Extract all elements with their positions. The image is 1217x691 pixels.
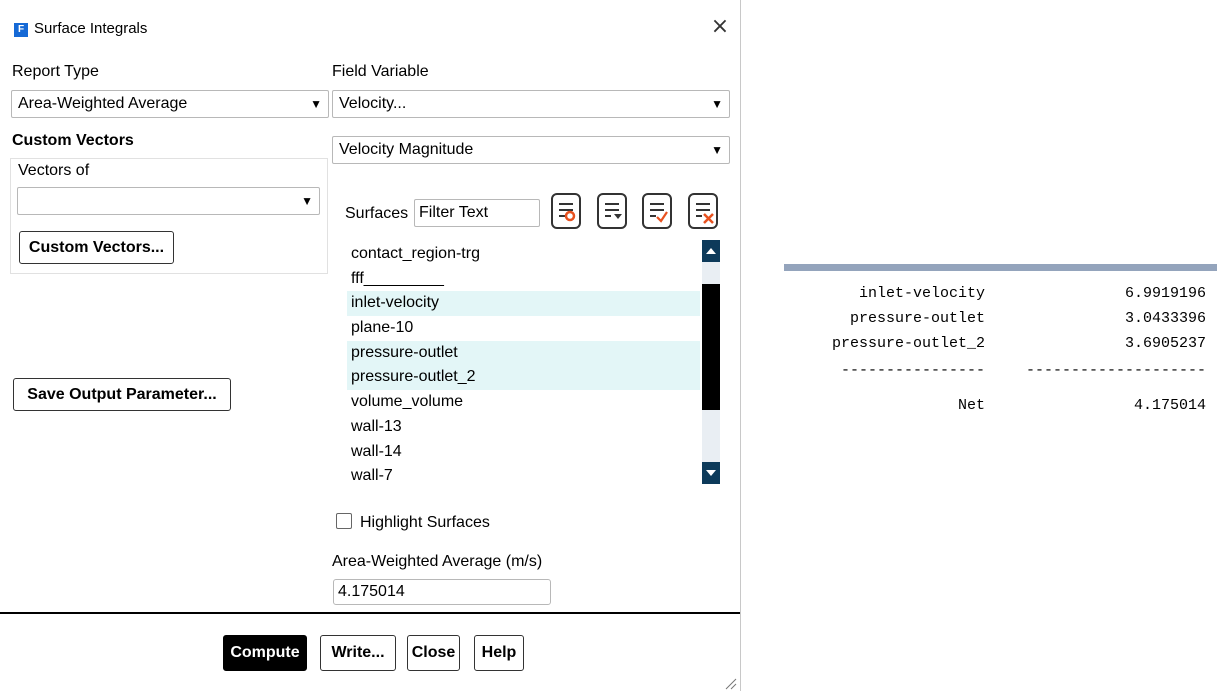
console-row-name: inlet-velocity xyxy=(858,285,985,302)
scroll-down-icon[interactable] xyxy=(702,462,720,484)
chevron-down-icon: ▼ xyxy=(310,97,322,111)
dialog-title: Surface Integrals xyxy=(34,20,148,37)
highlight-surfaces-checkbox[interactable] xyxy=(336,513,352,529)
title-bar: F Surface Integrals × xyxy=(0,0,740,50)
console-row-value: 3.0433396 xyxy=(1124,310,1206,327)
surfaces-filter-input[interactable]: Filter Text xyxy=(414,199,540,227)
report-type-value: Area-Weighted Average xyxy=(18,95,188,112)
console-net-value: 4.175014 xyxy=(1133,397,1206,414)
write-button[interactable]: Write... xyxy=(320,635,396,671)
vectors-of-dropdown[interactable]: ▼ xyxy=(17,187,320,215)
vectors-of-label: Vectors of xyxy=(18,162,90,179)
report-type-label: Report Type xyxy=(12,63,99,80)
scroll-up-icon[interactable] xyxy=(702,240,720,262)
save-output-parameter-button[interactable]: Save Output Parameter... xyxy=(13,378,231,411)
chevron-down-icon: ▼ xyxy=(711,143,723,157)
list-item[interactable]: wall-14 xyxy=(347,440,700,465)
help-button[interactable]: Help xyxy=(474,635,524,671)
list-item[interactable]: plane-10 xyxy=(347,316,700,341)
compute-button[interactable]: Compute xyxy=(223,635,307,671)
console-row-name: pressure-outlet_2 xyxy=(831,335,985,352)
close-button[interactable]: Close xyxy=(407,635,460,671)
custom-vectors-button[interactable]: Custom Vectors... xyxy=(19,231,174,264)
resize-grip-icon[interactable] xyxy=(723,676,737,690)
console-net-label: Net xyxy=(957,397,985,414)
console-bar xyxy=(784,264,1217,271)
chevron-down-icon: ▼ xyxy=(711,97,723,111)
surfaces-scrollbar[interactable] xyxy=(702,240,720,484)
field-variable-category-value: Velocity... xyxy=(339,95,407,112)
console-separator: -------------------- xyxy=(1025,362,1206,379)
app-icon: F xyxy=(14,23,28,37)
list-item[interactable]: pressure-outlet_2 xyxy=(347,365,700,391)
custom-vectors-heading: Custom Vectors xyxy=(12,132,134,149)
list-menu-icon[interactable] xyxy=(597,193,627,229)
console-row-name: pressure-outlet xyxy=(849,310,985,327)
divider xyxy=(0,612,740,614)
surfaces-label: Surfaces xyxy=(345,205,409,222)
field-variable-category-dropdown[interactable]: Velocity... ▼ xyxy=(332,90,730,118)
clear-selection-icon[interactable] xyxy=(688,193,718,229)
console-separator: ---------------- xyxy=(840,362,985,379)
console-row-value: 3.6905237 xyxy=(1124,335,1206,352)
select-none-icon[interactable] xyxy=(551,193,581,229)
list-item[interactable]: inlet-velocity xyxy=(347,291,700,317)
field-variable-label: Field Variable xyxy=(332,63,429,80)
select-all-icon[interactable] xyxy=(642,193,672,229)
list-item[interactable]: contact_region-trg xyxy=(347,242,700,267)
list-item[interactable]: wall-13 xyxy=(347,415,700,440)
surface-integrals-dialog: F Surface Integrals × Report Type Area-W… xyxy=(0,0,741,691)
surfaces-list: contact_region-trg fff_________ inlet-ve… xyxy=(347,242,700,489)
list-item[interactable]: fff_________ xyxy=(347,267,700,292)
scrollbar-thumb[interactable] xyxy=(702,284,720,410)
field-variable-quantity-value: Velocity Magnitude xyxy=(339,141,474,158)
list-item[interactable]: pressure-outlet xyxy=(347,340,700,366)
list-item[interactable]: wall-7 xyxy=(347,464,700,489)
result-value-field[interactable]: 4.175014 xyxy=(333,579,551,605)
report-type-dropdown[interactable]: Area-Weighted Average ▼ xyxy=(11,90,329,118)
close-icon[interactable]: × xyxy=(708,15,732,39)
console-row-value: 6.9919196 xyxy=(1124,285,1206,302)
highlight-surfaces-label: Highlight Surfaces xyxy=(360,514,490,531)
result-label: Area-Weighted Average (m/s) xyxy=(332,553,543,570)
list-item[interactable]: volume_volume xyxy=(347,390,700,415)
field-variable-quantity-dropdown[interactable]: Velocity Magnitude ▼ xyxy=(332,136,730,164)
chevron-down-icon: ▼ xyxy=(301,194,313,208)
